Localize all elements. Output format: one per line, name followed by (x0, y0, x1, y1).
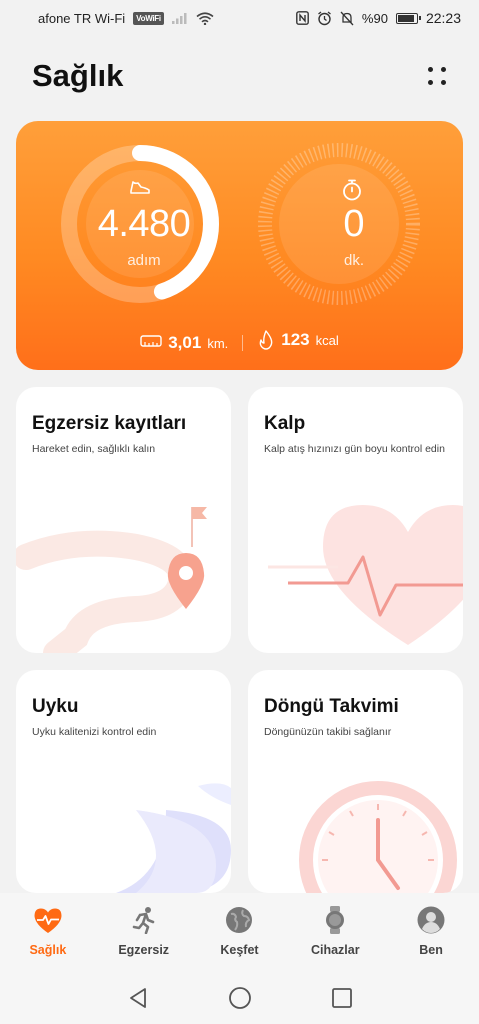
distance-stat: 3,01 km. (140, 333, 228, 353)
nav-item-egzersiz[interactable]: Egzersiz (102, 905, 186, 957)
flame-icon (257, 330, 275, 355)
globe-icon (225, 905, 253, 935)
home-icon[interactable] (223, 981, 257, 1015)
clock: 22:23 (425, 10, 461, 26)
minutes-unit: dk. (343, 252, 364, 269)
card-title: Kalp (264, 413, 306, 434)
recents-icon[interactable] (325, 981, 359, 1015)
steps-block: 4.480 adım (74, 203, 214, 269)
stopwatch-icon (342, 179, 362, 206)
nav-label: Ben (419, 943, 443, 957)
ruler-icon (140, 334, 162, 352)
nav-label: Keşfet (220, 943, 259, 957)
cycle-calendar-card[interactable]: Döngü Takvimi Döngünüzün takibi sağlanır (248, 670, 463, 893)
profile-icon (417, 905, 445, 935)
nav-item-ben[interactable]: Ben (389, 905, 473, 957)
nav-label: Sağlık (29, 943, 67, 957)
vowifi-badge: VoWiFi (133, 11, 164, 25)
sleep-card[interactable]: Uyku Uyku kalitenizi kontrol edin (16, 670, 231, 893)
battery-percent: %90 (361, 10, 388, 26)
system-navigation-bar (0, 971, 479, 1024)
nav-item-saglik[interactable]: Sağlık (6, 905, 90, 957)
card-title: Uyku (32, 696, 79, 717)
calories-value: 123 (281, 330, 310, 349)
distance-unit: km. (207, 335, 229, 351)
more-options-button[interactable] (423, 62, 451, 90)
header: Sağlık (32, 56, 451, 96)
battery-icon (395, 12, 421, 24)
exercise-records-card[interactable]: Egzersiz kayıtları Hareket edin, sağlıkl… (16, 387, 231, 653)
nav-label: Cihazlar (310, 943, 360, 957)
heart-card[interactable]: Kalp Kalp atış hızınızı gün boyu kontrol… (248, 387, 463, 653)
active-minutes-block: 0 dk. (286, 203, 422, 269)
steps-unit: adım (127, 252, 161, 269)
calories-unit: kcal (315, 333, 339, 348)
calories-stat: 123 kcal (257, 330, 339, 355)
card-subtitle: Kalp atış hızınızı gün boyu kontrol edin (264, 443, 445, 455)
carrier-label: afone TR Wi-Fi (38, 10, 126, 26)
watch-icon (324, 905, 346, 935)
nav-item-kesfet[interactable]: Keşfet (197, 905, 281, 957)
bottom-navigation: Sağlık Egzersiz Keşfet Cihazlar Ben (0, 893, 479, 971)
shoe-icon (129, 179, 151, 200)
card-title: Döngü Takvimi (264, 696, 399, 717)
page-title: Sağlık (32, 58, 124, 93)
nfc-icon (296, 11, 309, 25)
card-subtitle: Uyku kalitenizi kontrol edin (32, 726, 157, 738)
wifi-icon (196, 11, 214, 25)
steps-value: 4.480 (97, 203, 191, 245)
card-subtitle: Hareket edin, sağlıklı kalın (32, 443, 156, 455)
nav-label: Egzersiz (118, 943, 170, 957)
mute-bell-icon (340, 11, 354, 26)
runner-icon (131, 905, 157, 935)
nav-item-cihazlar[interactable]: Cihazlar (293, 905, 377, 957)
card-title: Egzersiz kayıtları (32, 413, 187, 434)
signal-icon (171, 12, 188, 24)
minutes-value: 0 (343, 203, 365, 245)
card-subtitle: Döngünüzün takibi sağlanır (264, 726, 392, 738)
stats-divider (242, 334, 244, 351)
alarm-icon (317, 10, 332, 26)
status-bar: afone TR Wi-Fi VoWiFi %90 22:23 (0, 0, 479, 36)
heart-pulse-icon (33, 905, 63, 935)
back-icon[interactable] (121, 981, 155, 1015)
distance-value: 3,01 (168, 332, 202, 352)
activity-stats-row: 3,01 km. 123 kcal (16, 330, 463, 355)
activity-summary-card[interactable]: 4.480 adım 0 dk. 3,01 km. 123 kcal (16, 121, 463, 370)
